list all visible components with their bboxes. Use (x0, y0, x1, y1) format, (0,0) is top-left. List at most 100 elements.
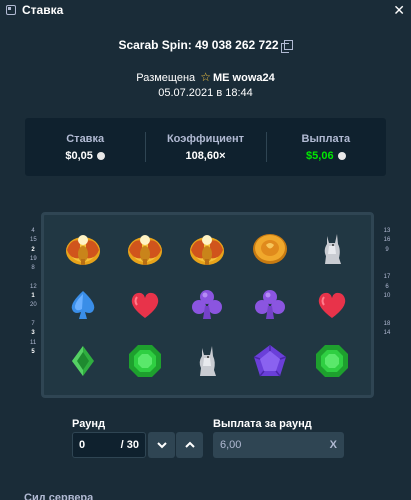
reel-cell (176, 277, 238, 333)
paylines-right: 13 16 9 17 6 10 18 14 (382, 227, 392, 339)
round-label: Раунд (72, 418, 106, 430)
round-next-button[interactable] (176, 432, 203, 458)
payline-number: 2 (31, 246, 35, 253)
reels-board (41, 212, 374, 398)
stat-multiplier-value: 108,60× (185, 149, 226, 162)
reel-cell (239, 277, 301, 333)
scarab-symbol-icon (128, 235, 163, 265)
round-input[interactable]: 0 / 30 (72, 432, 146, 458)
payline-number: 20 (30, 302, 37, 309)
paylines-left: 4 15 2 19 8 12 1 20 7 3 11 5 (30, 227, 37, 357)
payline-number: 1 (31, 293, 35, 300)
payline-number: 11 (30, 339, 37, 346)
spin-id-row: Scarab Spin: 49 038 262 722 (0, 38, 411, 53)
payline-number: 16 (383, 237, 391, 244)
stats-panel: Ставка $0,05 Коэффициент 108,60× Выплата… (25, 118, 386, 176)
emerald-symbol-icon (129, 345, 162, 377)
reel-cell (301, 221, 363, 277)
payout-amount: $5,06 (306, 149, 334, 162)
chevron-up-icon (184, 441, 195, 448)
payline-number: 10 (383, 293, 391, 300)
anubis-dog-symbol-icon (200, 346, 217, 376)
payline-number (382, 301, 392, 310)
reel-cell (239, 333, 301, 389)
club-symbol-icon (192, 290, 223, 319)
server-seed-heading: Сид сервера (24, 492, 94, 500)
stat-payout-value: $5,06 (306, 150, 346, 162)
payline-number: 15 (30, 237, 37, 244)
stat-bet: Ставка $0,05 (25, 118, 145, 176)
reels-grid (52, 221, 363, 389)
payline-number (30, 311, 36, 320)
currency-icon (337, 151, 346, 160)
round-payout-field: 6,00 X (213, 432, 344, 458)
pentagon-gem-symbol-icon (253, 345, 286, 377)
payline-number: 12 (30, 283, 37, 290)
bet-modal: Ставка ✕ Scarab Spin: 49 038 262 722 Раз… (0, 0, 411, 500)
modal-title: Ставка (22, 3, 64, 17)
payline-number: 8 (31, 265, 35, 272)
payline-number (30, 273, 36, 282)
stat-bet-label: Ставка (66, 132, 105, 145)
reel-cell (301, 277, 363, 333)
club-symbol-icon (254, 290, 285, 319)
emerald-symbol-icon (315, 345, 348, 377)
scarab-symbol-icon (66, 235, 101, 265)
copy-icon[interactable] (280, 40, 293, 53)
placed-prefix: Размещена (136, 72, 196, 84)
reel-cell (52, 221, 114, 277)
multiplier-suffix: X (329, 439, 337, 451)
payline-number: 6 (385, 283, 389, 290)
diamond-symbol-icon (72, 346, 95, 376)
scarab-symbol-icon (190, 235, 225, 265)
round-current: 0 (79, 439, 86, 451)
reel-cell (52, 333, 114, 389)
stat-bet-value: $0,05 (65, 150, 105, 162)
stat-payout-label: Выплата (301, 132, 351, 145)
reel-cell (239, 221, 301, 277)
payline-number: 9 (385, 246, 389, 253)
reel-cell (52, 277, 114, 333)
round-prev-button[interactable] (148, 432, 175, 458)
spin-id: Scarab Spin: 49 038 262 722 (118, 38, 279, 52)
bet-date: 05.07.2021 в 18:44 (158, 87, 253, 99)
close-icon[interactable]: ✕ (393, 3, 405, 17)
payline-number: 17 (383, 274, 391, 281)
stat-payout: Выплата $5,06 (265, 118, 386, 176)
username-link[interactable]: ME wowa24 (213, 72, 275, 84)
round-total: / 30 (120, 439, 139, 451)
payline-number (382, 264, 392, 273)
payline-number: 14 (383, 330, 391, 337)
coin-symbol-icon (252, 234, 287, 264)
currency-icon (96, 151, 105, 160)
payline-number: 18 (383, 320, 391, 327)
heart-symbol-icon (132, 292, 159, 318)
reel-cell (114, 221, 176, 277)
round-payout-value: 6,00 (220, 439, 242, 451)
payline-number: 5 (31, 348, 35, 355)
payline-number: 3 (31, 330, 35, 337)
payline-number: 7 (31, 320, 35, 327)
reel-cell (301, 333, 363, 389)
stat-multiplier: Коэффициент 108,60× (145, 118, 265, 176)
bet-icon (6, 5, 16, 15)
reel-cell (176, 333, 238, 389)
modal-header: Ставка ✕ (0, 0, 411, 20)
stat-multiplier-label: Коэффициент (166, 132, 245, 145)
placed-by-row: Размещена ☆ ME wowa24 (0, 70, 411, 84)
payline-number (382, 311, 392, 320)
chevron-down-icon (156, 442, 167, 449)
reel-cell (114, 277, 176, 333)
round-payout-label: Выплата за раунд (213, 418, 312, 430)
reel-cell (176, 221, 238, 277)
spade-symbol-icon (71, 291, 95, 319)
heart-symbol-icon (318, 292, 346, 318)
payline-number (382, 255, 392, 264)
payline-number: 4 (31, 228, 35, 234)
reel-cell (114, 333, 176, 389)
anubis-dog-symbol-icon (324, 234, 341, 264)
star-icon: ☆ (200, 70, 211, 84)
payline-number: 19 (30, 255, 37, 262)
payline-number: 13 (383, 228, 391, 234)
bet-amount: $0,05 (65, 149, 93, 162)
